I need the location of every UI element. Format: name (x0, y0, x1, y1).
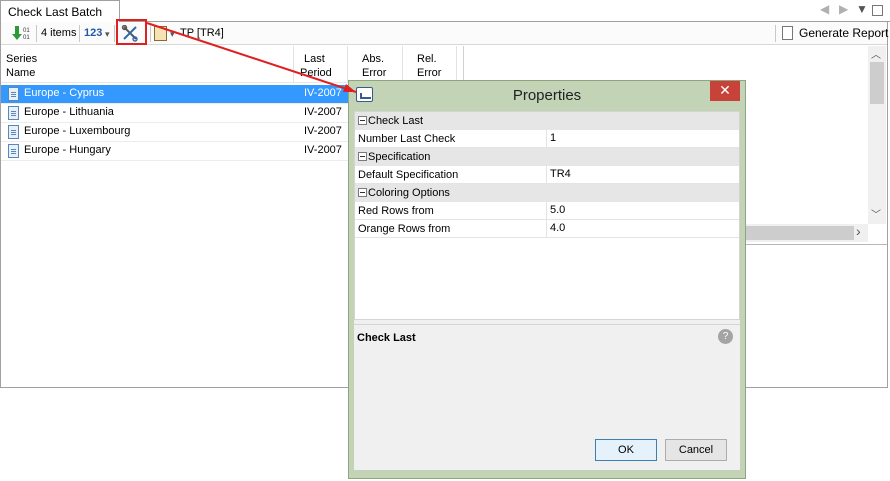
numbers-format-icon[interactable]: 123 (84, 27, 102, 39)
scroll-right-icon[interactable]: › (856, 223, 861, 239)
header-series-name[interactable]: Series Name (6, 52, 37, 80)
scroll-down-icon[interactable]: ﹀ (871, 206, 881, 221)
ok-button[interactable]: OK (595, 439, 657, 461)
series-name: Europe - Cyprus (24, 87, 105, 99)
category-specification[interactable]: Specification (355, 148, 739, 166)
prop-value[interactable]: TR4 (550, 168, 571, 180)
tab-title: Check Last Batch (8, 5, 103, 19)
scroll-up-icon[interactable]: ︿ (871, 46, 881, 61)
vertical-scroll-thumb[interactable] (870, 62, 884, 104)
settings-highlight-box (116, 19, 147, 45)
series-name: Europe - Luxembourg (24, 125, 131, 137)
series-name: Europe - Lithuania (24, 106, 114, 118)
series-doc-icon (8, 125, 19, 139)
items-count: 4 items (41, 27, 77, 39)
last-period: IV-2007 (304, 125, 342, 137)
tab-scroll-right-icon[interactable]: ▶ (839, 2, 848, 16)
category-check-last[interactable]: Check Last (355, 112, 739, 130)
generate-report-button[interactable]: Generate Report (778, 24, 888, 43)
svg-text:01: 01 (23, 28, 30, 34)
prop-value[interactable]: 1 (550, 132, 556, 144)
prop-orange-rows-from[interactable]: Orange Rows from 4.0 (355, 220, 739, 238)
prop-value[interactable]: 5.0 (550, 204, 565, 216)
maximize-icon[interactable] (872, 5, 883, 16)
help-title: Check Last (357, 332, 416, 344)
specification-dropdown-icon[interactable]: ▾ (170, 29, 175, 40)
sort-download-icon[interactable]: 01 01 (12, 25, 32, 42)
header-rel-error[interactable]: Rel. Error (417, 52, 441, 80)
specification-icon[interactable] (154, 26, 167, 41)
prop-value[interactable]: 4.0 (550, 222, 565, 234)
series-doc-icon (8, 87, 19, 101)
tab-scroll-left-icon[interactable]: ◀ (820, 2, 829, 16)
series-doc-icon (8, 144, 19, 158)
close-icon[interactable]: ✕ (710, 81, 740, 101)
last-period: IV-2007 (304, 144, 342, 156)
collapse-icon[interactable] (358, 152, 367, 161)
series-doc-icon (8, 106, 19, 120)
header-last-period[interactable]: Last Period (300, 52, 332, 80)
tab-menu-icon[interactable]: ▼ (856, 2, 868, 16)
dialog-title: Properties (512, 87, 582, 104)
numbers-dropdown-icon[interactable]: ▾ (105, 29, 110, 40)
report-page-icon (782, 26, 793, 40)
collapse-icon[interactable] (358, 188, 367, 197)
help-icon[interactable]: ? (718, 329, 733, 344)
specification-label: TP [TR4] (180, 27, 224, 39)
prop-default-specification[interactable]: Default Specification TR4 (355, 166, 739, 184)
svg-text:01: 01 (23, 35, 30, 41)
generate-report-label: Generate Report (799, 26, 889, 40)
prop-red-rows-from[interactable]: Red Rows from 5.0 (355, 202, 739, 220)
collapse-icon[interactable] (358, 116, 367, 125)
category-coloring-options[interactable]: Coloring Options (355, 184, 739, 202)
prop-number-last-check[interactable]: Number Last Check 1 (355, 130, 739, 148)
last-period: IV-2007 (304, 106, 342, 118)
horizontal-scroll-thumb[interactable] (744, 226, 854, 240)
header-abs-error[interactable]: Abs. Error (362, 52, 386, 80)
cancel-button[interactable]: Cancel (665, 439, 727, 461)
tab-check-last-batch[interactable]: Check Last Batch (0, 0, 120, 23)
last-period: IV-2007 (304, 87, 342, 99)
series-name: Europe - Hungary (24, 144, 111, 156)
